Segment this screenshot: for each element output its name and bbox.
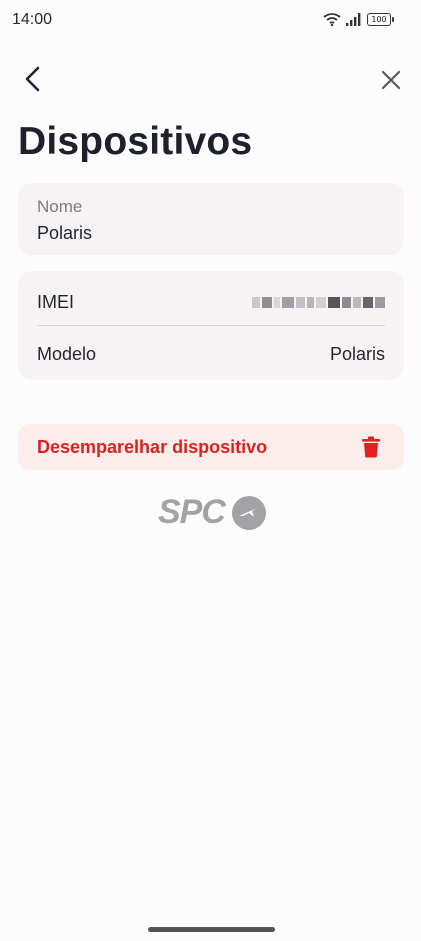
unpair-device-button[interactable]: Desemparelhar dispositivo (18, 424, 404, 470)
signal-icon (346, 12, 361, 26)
imei-row: IMEI (37, 275, 385, 329)
device-info-card: IMEI Modelo Polaris (18, 271, 404, 380)
name-value: Polaris (37, 223, 93, 243)
status-bar: 14:00 100 (0, 0, 421, 40)
model-value: Polaris (329, 343, 385, 364)
spc-logo: SPC (158, 493, 267, 532)
name-field[interactable]: Nome Polaris (18, 183, 404, 255)
status-time: 14:00 (12, 11, 53, 28)
status-icons: 100 (323, 12, 394, 26)
imei-label: IMEI (37, 291, 75, 312)
model-row: Modelo Polaris (37, 327, 385, 381)
home-indicator[interactable] (148, 927, 275, 932)
spc-logo-icon (231, 495, 266, 530)
wifi-icon (323, 13, 341, 26)
logo-text: SPC (158, 493, 226, 531)
battery-icon: 100 (367, 12, 394, 26)
model-label: Modelo (37, 343, 97, 364)
row-divider (37, 325, 385, 326)
unpair-label: Desemparelhar dispositivo (37, 437, 268, 457)
close-icon (381, 70, 401, 90)
back-icon (25, 66, 40, 92)
imei-value-redacted (252, 296, 385, 308)
name-label: Nome (37, 197, 83, 216)
back-button[interactable] (20, 64, 46, 94)
close-button[interactable] (378, 67, 404, 93)
trash-icon (362, 436, 380, 458)
page-title: Dispositivos (18, 120, 253, 163)
